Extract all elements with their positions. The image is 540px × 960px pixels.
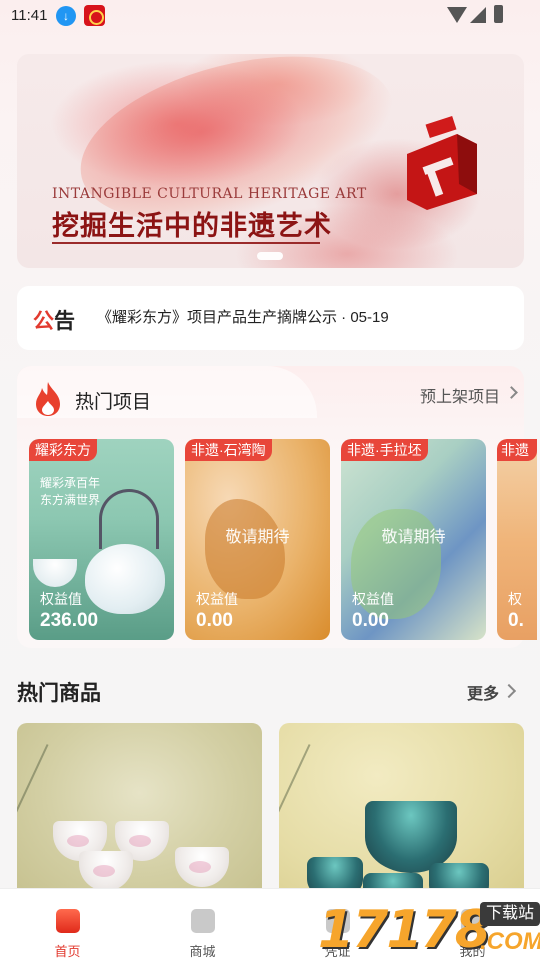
flame-icon [36, 382, 60, 416]
download-icon: ↓ [56, 6, 76, 26]
chevron-right-icon[interactable] [501, 683, 517, 699]
coming-soon-text: 敬请期待 [381, 529, 446, 546]
coming-soon-text: 敬请期待 [225, 529, 290, 546]
tab-mall[interactable]: 商城 [135, 889, 270, 960]
watermark-badge: 下载站 [480, 902, 540, 926]
product-image-teacup [175, 847, 229, 887]
project-card[interactable]: 非遗·手拉坯 敬请期待 权益值 0.00 [341, 439, 486, 640]
project-tag: 非遗 [497, 439, 537, 461]
project-slogan: 耀彩承百年 东方满世界 [40, 475, 100, 509]
value-amount: 0.00 [196, 610, 233, 631]
watermark-number: 17178 [318, 900, 491, 960]
slogan-line: 耀彩承百年 [40, 476, 101, 490]
watermark-suffix: .COM [480, 928, 540, 955]
announcement-label: 公告 [33, 305, 75, 335]
hot-projects-title: 热门项目 [75, 392, 152, 413]
teapot-handle-decoration [99, 489, 159, 549]
product-image-teacup [79, 851, 133, 891]
value-amount: 0. [508, 610, 524, 631]
value-amount: 236.00 [40, 610, 99, 631]
value-label: 权益值 [40, 591, 82, 607]
site-watermark: 17178 下载站 .COM [318, 900, 540, 960]
plant-decoration [279, 744, 364, 842]
project-tag: 非遗·手拉坯 [341, 439, 428, 461]
teapot-image [85, 544, 165, 614]
home-icon [56, 909, 80, 933]
tab-home[interactable]: 首页 [0, 889, 135, 960]
project-card[interactable]: 耀彩东方 耀彩承百年 东方满世界 权益值 236.00 [29, 439, 174, 640]
announcement-label-char1: 公 [33, 310, 54, 333]
banner-underline [52, 242, 320, 244]
teacup-image [33, 559, 77, 587]
project-card[interactable]: 非遗·石湾陶 敬请期待 权益值 0.00 [185, 439, 330, 640]
heritage-logo-icon [407, 116, 477, 210]
status-time: 11:41 [11, 7, 48, 24]
project-card[interactable]: 非遗 权 0. [497, 439, 537, 640]
signal-icon [470, 7, 486, 23]
battery-icon [494, 5, 503, 23]
project-tag: 耀彩东方 [29, 439, 97, 461]
carousel-indicator[interactable] [257, 252, 283, 260]
app-notification-icon [84, 5, 105, 26]
value-label: 权 [508, 591, 522, 607]
project-tag: 非遗·石湾陶 [185, 439, 272, 461]
tab-label: 首页 [54, 944, 81, 959]
announcement-text[interactable]: 《耀彩东方》项目产品生产摘牌公示 · 05-19 [97, 306, 389, 327]
status-bar: 11:41 ↓ [0, 0, 540, 34]
value-label: 权益值 [352, 591, 394, 607]
promo-banner[interactable]: INTANGIBLE CULTURAL HERITAGE ART 挖掘生活中的非… [17, 54, 524, 268]
shopping-bag-icon [191, 909, 215, 933]
announcement-label-char2: 告 [54, 310, 75, 333]
product-card[interactable] [17, 723, 262, 898]
announcement-bar[interactable]: 公告 《耀彩东方》项目产品生产摘牌公示 · 05-19 [17, 286, 524, 350]
value-amount: 0.00 [352, 610, 389, 631]
tab-label: 商城 [189, 944, 216, 959]
value-label: 权益值 [196, 591, 238, 607]
banner-headline: 挖掘生活中的非遗艺术 [52, 211, 332, 242]
product-card[interactable] [279, 723, 524, 898]
presale-projects-link[interactable]: 预上架项目 [420, 383, 500, 407]
banner-english-text: INTANGIBLE CULTURAL HERITAGE ART [52, 186, 367, 202]
chevron-right-icon[interactable] [505, 386, 518, 399]
wifi-icon [447, 7, 467, 23]
pottery-image [205, 499, 285, 599]
slogan-line: 东方满世界 [40, 493, 101, 507]
hot-goods-title: 热门商品 [17, 682, 101, 705]
more-goods-link[interactable]: 更多 [467, 680, 499, 704]
